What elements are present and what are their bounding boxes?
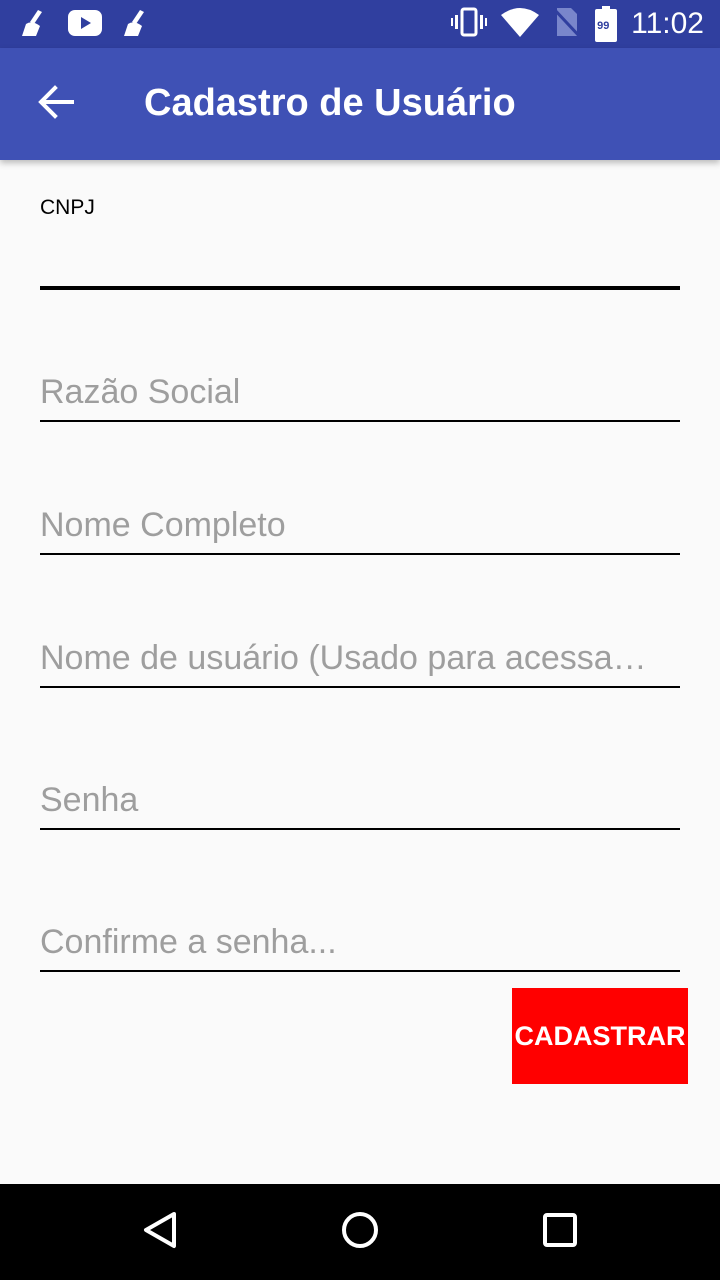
battery-icon: 99 (595, 6, 618, 42)
page-title: Cadastro de Usuário (144, 82, 516, 124)
nome-usuario-input[interactable] (40, 630, 680, 688)
cadastrar-button[interactable]: CADASTRAR (512, 988, 688, 1084)
nome-completo-input[interactable] (40, 497, 680, 555)
status-time: 11:02 (631, 7, 704, 40)
battery-level: 99 (597, 20, 610, 32)
nome-completo-field (40, 497, 680, 557)
arrow-back-icon (38, 85, 74, 123)
confirme-senha-input[interactable] (40, 914, 680, 972)
back-button[interactable] (30, 78, 82, 130)
youtube-icon (68, 10, 102, 40)
navigation-bar (0, 1184, 720, 1280)
confirme-senha-field (40, 914, 680, 974)
recents-square-icon (542, 1212, 578, 1252)
nav-home-button[interactable] (330, 1202, 390, 1262)
cnpj-field: CNPJ (40, 196, 680, 292)
razao-social-input[interactable] (40, 364, 680, 422)
cnpj-input[interactable] (40, 236, 680, 290)
senha-input[interactable] (40, 772, 680, 830)
system-status-icons: 99 11:02 (451, 6, 704, 42)
vibrate-icon (451, 7, 488, 41)
broom-icon (120, 8, 152, 42)
senha-field (40, 772, 680, 832)
razao-social-field (40, 364, 680, 424)
nav-back-button[interactable] (130, 1202, 190, 1262)
notification-icons (18, 8, 152, 42)
no-sim-icon (552, 6, 583, 42)
nav-recents-button[interactable] (530, 1202, 590, 1262)
home-circle-icon (340, 1210, 380, 1254)
app-bar: Cadastro de Usuário (0, 48, 720, 160)
back-triangle-icon (142, 1210, 178, 1254)
cnpj-label: CNPJ (40, 196, 95, 219)
nome-usuario-field (40, 630, 680, 690)
status-bar: 99 11:02 (0, 0, 720, 48)
broom-icon (18, 8, 50, 42)
wifi-icon (501, 7, 540, 41)
